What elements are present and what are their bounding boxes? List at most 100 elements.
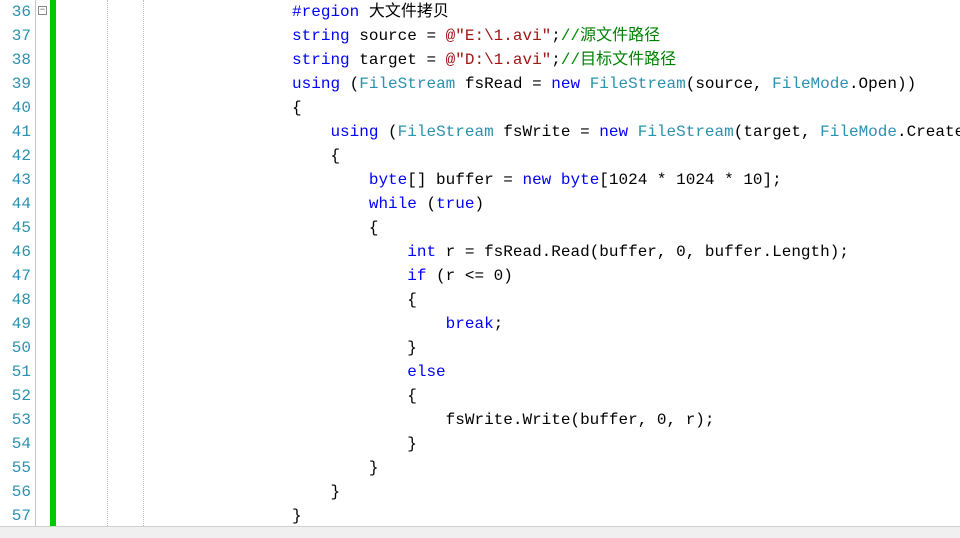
token-txt: } — [407, 339, 417, 357]
token-txt — [551, 171, 561, 189]
line-number: 51 — [0, 360, 35, 384]
code-line: { — [148, 216, 960, 240]
line-number: 45 — [0, 216, 35, 240]
token-txt: { — [330, 147, 340, 165]
token-cmt: //源文件路径 — [561, 27, 660, 45]
code-line: } — [148, 480, 960, 504]
fold-toggle-icon[interactable]: − — [38, 6, 47, 15]
line-number: 41 — [0, 120, 35, 144]
token-txt: .Create)) — [897, 123, 960, 141]
token-txt: 大文件拷贝 — [359, 3, 449, 21]
indent-guide-2 — [108, 0, 144, 538]
token-kw: new — [599, 123, 628, 141]
token-txt: (r <= 0) — [426, 267, 512, 285]
line-number: 43 — [0, 168, 35, 192]
code-line: { — [148, 96, 960, 120]
code-line: break; — [148, 312, 960, 336]
token-type: FileStream — [359, 75, 455, 93]
line-number-gutter: 3637383940414243444546474849505152535455… — [0, 0, 36, 538]
token-kw: while — [369, 195, 417, 213]
token-txt: { — [292, 99, 302, 117]
line-number: 53 — [0, 408, 35, 432]
code-line: string source = @"E:\1.avi";//源文件路径 — [148, 24, 960, 48]
line-number: 50 — [0, 336, 35, 360]
token-txt: { — [407, 291, 417, 309]
token-txt: ( — [378, 123, 397, 141]
code-editor[interactable]: 3637383940414243444546474849505152535455… — [0, 0, 960, 538]
token-txt: .Open)) — [849, 75, 916, 93]
line-number: 49 — [0, 312, 35, 336]
token-type: FileStream — [398, 123, 494, 141]
token-kw: break — [446, 315, 494, 333]
line-number: 42 — [0, 144, 35, 168]
token-txt: (target, — [734, 123, 820, 141]
token-txt — [628, 123, 638, 141]
line-number: 46 — [0, 240, 35, 264]
token-txt: } — [292, 507, 302, 525]
code-text-area[interactable]: #region 大文件拷贝 string source = @"E:\1.avi… — [144, 0, 960, 538]
code-line: byte[] buffer = new byte[1024 * 1024 * 1… — [148, 168, 960, 192]
code-line: int r = fsRead.Read(buffer, 0, buffer.Le… — [148, 240, 960, 264]
token-txt: r = fsRead.Read(buffer, 0, buffer.Length… — [436, 243, 849, 261]
token-txt: ( — [417, 195, 436, 213]
token-kw: string — [292, 27, 350, 45]
line-number: 37 — [0, 24, 35, 48]
token-kw: else — [407, 363, 445, 381]
line-number: 48 — [0, 288, 35, 312]
token-kw: new — [551, 75, 580, 93]
token-kw: byte — [561, 171, 599, 189]
line-number: 56 — [0, 480, 35, 504]
token-cmt: //目标文件路径 — [561, 51, 676, 69]
token-txt: ; — [551, 51, 561, 69]
line-number: 57 — [0, 504, 35, 528]
line-number: 55 — [0, 456, 35, 480]
token-kw: byte — [369, 171, 407, 189]
token-str: @"E:\1.avi" — [446, 27, 552, 45]
code-line: string target = @"D:\1.avi";//目标文件路径 — [148, 48, 960, 72]
token-type: FileStream — [590, 75, 686, 93]
code-line: #region 大文件拷贝 — [148, 0, 960, 24]
code-line: } — [148, 336, 960, 360]
code-line: if (r <= 0) — [148, 264, 960, 288]
code-line: while (true) — [148, 192, 960, 216]
token-txt: source = — [350, 27, 446, 45]
line-number: 47 — [0, 264, 35, 288]
token-txt: target = — [350, 51, 446, 69]
code-line: } — [148, 456, 960, 480]
token-txt: fsWrite.Write(buffer, 0, r); — [446, 411, 715, 429]
token-txt: { — [407, 387, 417, 405]
indent-guide-1 — [56, 0, 108, 538]
token-txt: } — [330, 483, 340, 501]
line-number: 52 — [0, 384, 35, 408]
token-type: FileMode — [820, 123, 897, 141]
token-txt: ; — [551, 27, 561, 45]
code-line: else — [148, 360, 960, 384]
token-kw: string — [292, 51, 350, 69]
token-txt: fsWrite = — [494, 123, 600, 141]
line-number: 40 — [0, 96, 35, 120]
token-kw: if — [407, 267, 426, 285]
horizontal-scrollbar[interactable] — [0, 526, 960, 538]
token-type: FileStream — [638, 123, 734, 141]
token-txt: (source, — [686, 75, 772, 93]
token-txt: fsRead = — [455, 75, 551, 93]
token-txt: ) — [474, 195, 484, 213]
token-type: FileMode — [772, 75, 849, 93]
token-txt: } — [369, 459, 379, 477]
token-txt: } — [407, 435, 417, 453]
token-kw: #region — [292, 3, 359, 21]
token-txt: [1024 * 1024 * 10]; — [599, 171, 781, 189]
code-line: using (FileStream fsWrite = new FileStre… — [148, 120, 960, 144]
line-number: 38 — [0, 48, 35, 72]
token-txt: [] buffer = — [407, 171, 522, 189]
token-txt: ( — [340, 75, 359, 93]
token-txt: ; — [494, 315, 504, 333]
code-line: } — [148, 504, 960, 528]
code-line: { — [148, 384, 960, 408]
token-kw: true — [436, 195, 474, 213]
line-number: 54 — [0, 432, 35, 456]
code-line: fsWrite.Write(buffer, 0, r); — [148, 408, 960, 432]
code-line: using (FileStream fsRead = new FileStrea… — [148, 72, 960, 96]
token-kw: int — [407, 243, 436, 261]
code-line: } — [148, 432, 960, 456]
